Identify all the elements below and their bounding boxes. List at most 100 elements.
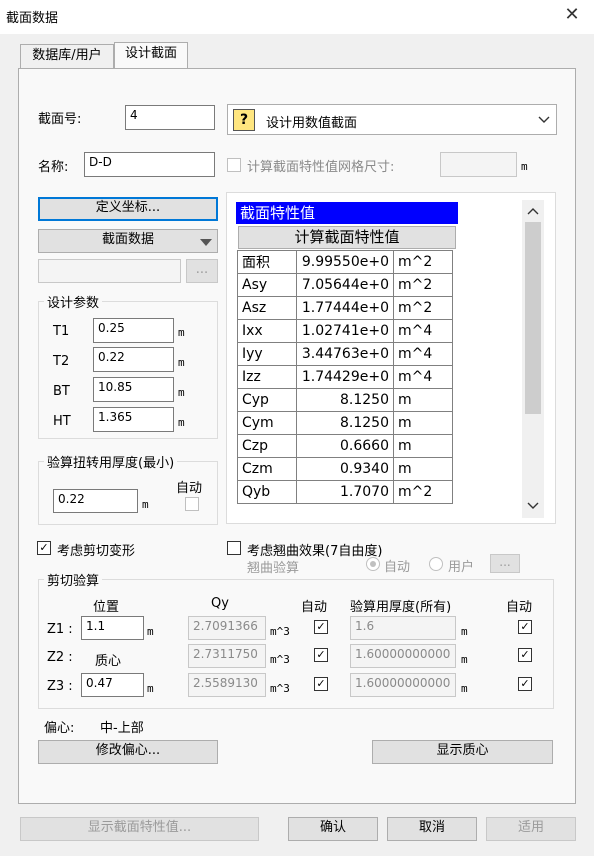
- property-unit: m^4: [393, 342, 453, 366]
- close-icon[interactable]: ✕: [562, 5, 582, 25]
- shear-thickness-input-z1[interactable]: 1.6: [350, 616, 456, 640]
- mesh-size-unit: m: [521, 160, 528, 173]
- property-unit: m^2: [393, 250, 453, 274]
- section-number-input[interactable]: 4: [125, 105, 215, 130]
- torsion-auto-checkbox[interactable]: [185, 497, 199, 511]
- property-unit: m^4: [393, 365, 453, 389]
- section-data-button[interactable]: 截面数据: [38, 229, 218, 253]
- properties-row: Cym 8.1250 m: [237, 411, 453, 435]
- modify-offset-button[interactable]: 修改偏心...: [38, 740, 218, 764]
- tab-database-user[interactable]: 数据库/用户: [20, 44, 114, 68]
- param-label-t2: T2: [53, 354, 70, 369]
- shear-qy-input-z3[interactable]: 2.5589130: [188, 673, 266, 697]
- properties-row: 面积 9.99550e+0 m^2: [237, 250, 453, 274]
- shear-thickness-input-z2[interactable]: 1.60000000000: [350, 644, 456, 668]
- shear-qy-auto-z2[interactable]: ✓: [314, 648, 328, 662]
- properties-row: Ixx 1.02741e+0 m^4: [237, 319, 453, 343]
- apply-button[interactable]: 适用: [486, 817, 576, 841]
- property-name: Asz: [237, 296, 297, 320]
- property-name: 面积: [237, 250, 297, 274]
- shear-qy-input-z1[interactable]: 2.7091366: [188, 616, 266, 640]
- param-input-t1[interactable]: 0.25: [93, 318, 174, 343]
- shear-col-position: 位置: [93, 600, 120, 615]
- section-data-label: 截面数据: [101, 232, 154, 247]
- name-input[interactable]: D-D: [84, 152, 215, 177]
- param-unit-ht: m: [178, 416, 185, 429]
- shear-qy-unit-z3: m^3: [270, 682, 290, 695]
- show-centroid-button[interactable]: 显示质心: [372, 740, 553, 764]
- property-unit: m^2: [393, 296, 453, 320]
- shear-position-input-z3[interactable]: 0.47: [81, 673, 144, 697]
- property-unit: m: [393, 457, 453, 481]
- window-title: 截面数据: [6, 11, 59, 26]
- property-value: 1.77444e+0: [296, 296, 394, 320]
- param-unit-t1: m: [178, 326, 185, 339]
- scrollbar-thumb[interactable]: [525, 222, 541, 414]
- shear-deform-checkbox[interactable]: ✓: [37, 541, 51, 555]
- shear-qy-input-z2[interactable]: 2.7311750: [188, 644, 266, 668]
- mesh-size-checkbox[interactable]: [227, 158, 241, 172]
- chevron-up-icon[interactable]: [527, 207, 539, 215]
- shear-thickness-unit-z3: m: [461, 682, 468, 695]
- properties-table: 面积 9.99550e+0 m^2 Asy 7.05644e+0 m^2 Asz 1.7744…: [237, 250, 453, 504]
- calculate-properties-button[interactable]: 计算截面特性值: [238, 226, 456, 249]
- shear-position-input-z1[interactable]: 1.1: [81, 616, 144, 640]
- cancel-button[interactable]: 取消: [387, 817, 477, 841]
- section-data-field[interactable]: [38, 259, 181, 283]
- shear-thickness-unit-z2: m: [461, 653, 468, 666]
- property-unit: m^2: [393, 273, 453, 297]
- property-name: Ixx: [237, 319, 297, 343]
- param-input-bt[interactable]: 10.85: [93, 377, 174, 402]
- design-params-title: 设计参数: [44, 292, 103, 311]
- shear-thickness-auto-z3[interactable]: ✓: [518, 677, 532, 691]
- property-unit: m: [393, 388, 453, 412]
- name-label: 名称:: [38, 160, 69, 175]
- properties-header: 截面特性值: [236, 202, 458, 224]
- question-shape-icon: ?: [233, 109, 255, 131]
- define-coordinates-button[interactable]: 定义坐标...: [38, 197, 218, 221]
- properties-row: Qyb 1.7070 m^2: [237, 480, 453, 504]
- chevron-down-icon[interactable]: [527, 502, 539, 510]
- shear-qy-unit-z1: m^3: [270, 625, 290, 638]
- warping-user-label: 用户: [448, 560, 475, 575]
- shear-row-label-z1: Z1 :: [47, 622, 73, 637]
- shear-thickness-auto-z2[interactable]: ✓: [518, 648, 532, 662]
- shear-qy-auto-z1[interactable]: ✓: [314, 620, 328, 634]
- shear-check-title: 剪切验算: [44, 570, 103, 589]
- section-type-select[interactable]: ? 设计用数值截面: [227, 104, 557, 135]
- shear-qy-auto-z3[interactable]: ✓: [314, 677, 328, 691]
- tab-design-section[interactable]: 设计截面: [114, 42, 188, 68]
- warping-checkbox[interactable]: [227, 541, 241, 555]
- shear-thickness-unit-z1: m: [461, 625, 468, 638]
- warping-auto-label: 自动: [384, 560, 411, 575]
- triangle-down-icon: [200, 239, 212, 246]
- torsion-thickness-input[interactable]: 0.22: [53, 489, 138, 513]
- param-input-t2[interactable]: 0.22: [93, 347, 174, 372]
- warping-check-label: 翘曲验算: [247, 561, 300, 576]
- chevron-down-icon: [538, 116, 550, 123]
- param-label-t1: T1: [53, 324, 70, 339]
- section-type-value: 设计用数值截面: [266, 116, 358, 131]
- warping-user-radio[interactable]: [429, 557, 443, 571]
- shear-position-unit-z1: m: [147, 625, 154, 638]
- param-input-ht[interactable]: 1.365: [93, 407, 174, 432]
- shear-qy-unit-z2: m^3: [270, 653, 290, 666]
- shear-thickness-input-z3[interactable]: 1.60000000000: [350, 673, 456, 697]
- shear-col-thickness: 验算用厚度(所有): [350, 600, 452, 615]
- property-unit: m^2: [393, 480, 453, 504]
- shear-position-unit-z3: m: [147, 682, 154, 695]
- param-label-ht: HT: [53, 414, 71, 429]
- title-bar: [0, 0, 594, 34]
- show-properties-button[interactable]: 显示截面特性值...: [20, 817, 259, 841]
- property-value: 0.6660: [296, 434, 394, 458]
- shear-col-qy: Qy: [211, 596, 229, 611]
- ok-button[interactable]: 确认: [288, 817, 378, 841]
- property-value: 8.1250: [296, 411, 394, 435]
- torsion-auto-label: 自动: [176, 481, 203, 496]
- warping-user-button[interactable]: ...: [490, 554, 520, 573]
- shear-thickness-auto-z1[interactable]: ✓: [518, 620, 532, 634]
- offset-label: 偏心:: [44, 721, 75, 736]
- property-name: Izz: [237, 365, 297, 389]
- mesh-size-input[interactable]: [440, 152, 517, 177]
- browse-button[interactable]: ...: [186, 259, 218, 283]
